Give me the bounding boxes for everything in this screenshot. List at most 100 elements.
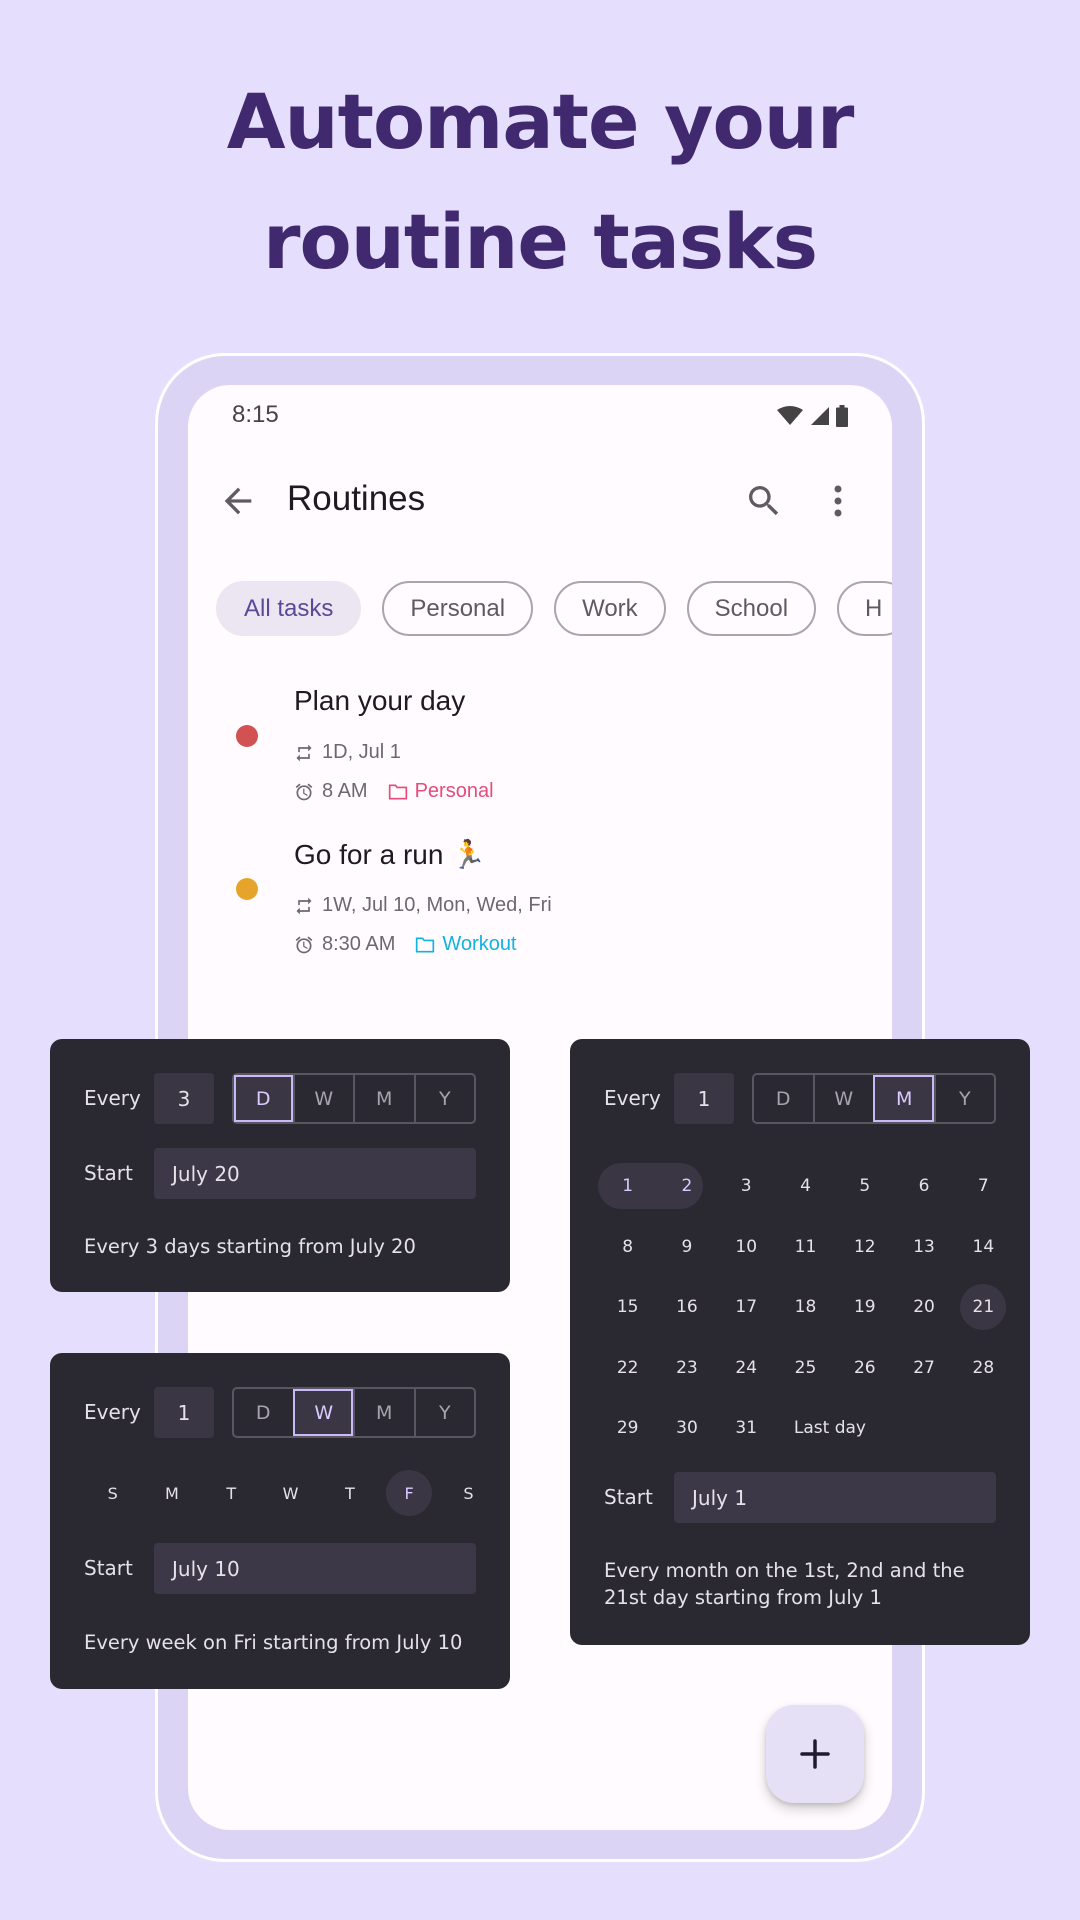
calendar-day-14[interactable]: 14 bbox=[954, 1224, 1013, 1270]
calendar-day-3[interactable]: 3 bbox=[717, 1163, 776, 1209]
weekday-tue[interactable]: T bbox=[202, 1470, 261, 1516]
calendar-day-17[interactable]: 17 bbox=[717, 1284, 776, 1330]
calendar-day-27[interactable]: 27 bbox=[894, 1345, 953, 1391]
calendar-day-7[interactable]: 7 bbox=[954, 1163, 1013, 1209]
headline-line-2: routine tasks bbox=[263, 197, 818, 286]
unit-day[interactable]: D bbox=[234, 1075, 293, 1122]
add-task-button[interactable] bbox=[766, 1705, 864, 1803]
unit-week[interactable]: W bbox=[812, 1075, 874, 1122]
calendar-day-19[interactable]: 19 bbox=[835, 1284, 894, 1330]
weekday-sun[interactable]: S bbox=[83, 1470, 142, 1516]
search-icon[interactable] bbox=[744, 481, 784, 521]
calendar-day-20[interactable]: 20 bbox=[894, 1284, 953, 1330]
headline: Automate your routine tasks bbox=[0, 62, 1080, 302]
start-label: Start bbox=[604, 1485, 653, 1509]
unit-month[interactable]: M bbox=[873, 1075, 934, 1122]
headline-line-1: Automate your bbox=[226, 77, 855, 166]
repeat-panel-daily: Every 3 D W M Y Start July 20 Every 3 da… bbox=[50, 1039, 510, 1292]
calendar-day-10[interactable]: 10 bbox=[717, 1224, 776, 1270]
calendar-row: 29 30 31 Last day bbox=[598, 1398, 1013, 1459]
calendar-day-24[interactable]: 24 bbox=[717, 1345, 776, 1391]
every-label: Every bbox=[84, 1400, 141, 1424]
cell-signal-icon bbox=[811, 407, 829, 425]
unit-year[interactable]: Y bbox=[413, 1075, 475, 1122]
calendar-day-1[interactable]: 1 bbox=[598, 1163, 657, 1209]
unit-selector: D W M Y bbox=[232, 1073, 476, 1124]
calendar-day-29[interactable]: 29 bbox=[598, 1405, 657, 1451]
repeat-icon bbox=[296, 897, 312, 914]
calendar-row: 15 16 17 18 19 20 21 bbox=[598, 1277, 1013, 1338]
task-time: 8:30 AM bbox=[322, 933, 396, 955]
alarm-icon bbox=[295, 936, 313, 953]
calendar-day-4[interactable]: 4 bbox=[776, 1163, 835, 1209]
calendar-day-25[interactable]: 25 bbox=[776, 1345, 835, 1391]
calendar-day-28[interactable]: 28 bbox=[954, 1345, 1013, 1391]
unit-week[interactable]: W bbox=[292, 1389, 353, 1436]
unit-day[interactable]: D bbox=[234, 1389, 293, 1436]
alarm-icon bbox=[295, 783, 313, 800]
weekday-sat[interactable]: S bbox=[439, 1470, 498, 1516]
unit-year[interactable]: Y bbox=[413, 1389, 475, 1436]
calendar-day-8[interactable]: 8 bbox=[598, 1224, 657, 1270]
calendar-day-21[interactable]: 21 bbox=[954, 1284, 1013, 1331]
chip-all-tasks[interactable]: All tasks bbox=[216, 581, 362, 636]
unit-selector: D W M Y bbox=[232, 1387, 476, 1438]
start-date-field[interactable]: July 1 bbox=[674, 1472, 996, 1523]
unit-month[interactable]: M bbox=[353, 1075, 414, 1122]
arrow-back-icon[interactable] bbox=[218, 481, 258, 521]
task-item[interactable]: Plan your day 1D, Jul 1 8 AM Personal bbox=[188, 685, 892, 838]
calendar-day-13[interactable]: 13 bbox=[894, 1224, 953, 1270]
unit-selector: D W M Y bbox=[752, 1073, 996, 1124]
status-time: 8:15 bbox=[232, 401, 279, 428]
every-value-field[interactable]: 1 bbox=[674, 1073, 734, 1124]
unit-year[interactable]: Y bbox=[933, 1075, 995, 1122]
every-label: Every bbox=[604, 1086, 661, 1110]
task-category: Workout bbox=[442, 933, 517, 955]
unit-day[interactable]: D bbox=[754, 1075, 813, 1122]
calendar-day-2[interactable]: 2 bbox=[657, 1163, 716, 1209]
calendar-day-23[interactable]: 23 bbox=[657, 1345, 716, 1391]
weekday-mon[interactable]: M bbox=[142, 1470, 201, 1516]
calendar-day-31[interactable]: 31 bbox=[717, 1405, 776, 1451]
start-date-field[interactable]: July 20 bbox=[154, 1148, 476, 1199]
start-date-field[interactable]: July 10 bbox=[154, 1543, 476, 1594]
task-title: Go for a run 🏃 bbox=[294, 839, 487, 870]
repeat-summary: Every month on the 1st, 2nd and the 21st… bbox=[604, 1559, 965, 1609]
calendar-day-18[interactable]: 18 bbox=[776, 1284, 835, 1330]
task-title: Plan your day bbox=[294, 685, 466, 716]
calendar-day-22[interactable]: 22 bbox=[598, 1345, 657, 1391]
more-vert-icon[interactable] bbox=[828, 481, 848, 521]
every-value-field[interactable]: 3 bbox=[154, 1073, 214, 1124]
status-bar: 8:15 bbox=[188, 385, 892, 445]
chip-work[interactable]: Work bbox=[554, 581, 666, 636]
calendar-day-30[interactable]: 30 bbox=[657, 1405, 716, 1451]
calendar-day-26[interactable]: 26 bbox=[835, 1345, 894, 1391]
calendar-day-12[interactable]: 12 bbox=[835, 1224, 894, 1270]
calendar-day-6[interactable]: 6 bbox=[894, 1163, 953, 1209]
calendar-row: 22 23 24 25 26 27 28 bbox=[598, 1338, 1013, 1399]
weekday-thu[interactable]: T bbox=[320, 1470, 379, 1516]
folder-icon bbox=[416, 937, 435, 952]
chip-school[interactable]: School bbox=[686, 581, 817, 636]
calendar-day-16[interactable]: 16 bbox=[657, 1284, 716, 1330]
calendar-day-9[interactable]: 9 bbox=[657, 1224, 716, 1270]
every-value-field[interactable]: 1 bbox=[154, 1387, 214, 1438]
weekday-wed[interactable]: W bbox=[261, 1470, 320, 1516]
task-repeat: 1D, Jul 1 bbox=[322, 741, 401, 763]
calendar-row: 1234567 bbox=[598, 1156, 1013, 1217]
chip-partial[interactable]: H bbox=[837, 581, 892, 636]
task-repeat: 1W, Jul 10, Mon, Wed, Fri bbox=[322, 894, 552, 916]
plus-icon bbox=[800, 1739, 830, 1769]
repeat-summary: Every week on Fri starting from July 10 bbox=[84, 1631, 463, 1654]
unit-week[interactable]: W bbox=[292, 1075, 354, 1122]
calendar-day-11[interactable]: 11 bbox=[776, 1224, 835, 1270]
calendar-day-5[interactable]: 5 bbox=[835, 1163, 894, 1209]
battery-icon bbox=[836, 405, 848, 427]
calendar-last-day[interactable]: Last day bbox=[776, 1405, 866, 1451]
calendar-day-15[interactable]: 15 bbox=[598, 1284, 657, 1330]
weekday-fri[interactable]: F bbox=[379, 1470, 438, 1516]
chip-personal[interactable]: Personal bbox=[382, 581, 534, 636]
task-item[interactable]: Go for a run 🏃 1W, Jul 10, Mon, Wed, Fri… bbox=[188, 838, 892, 991]
task-time: 8 AM bbox=[322, 780, 368, 802]
unit-month[interactable]: M bbox=[353, 1389, 414, 1436]
